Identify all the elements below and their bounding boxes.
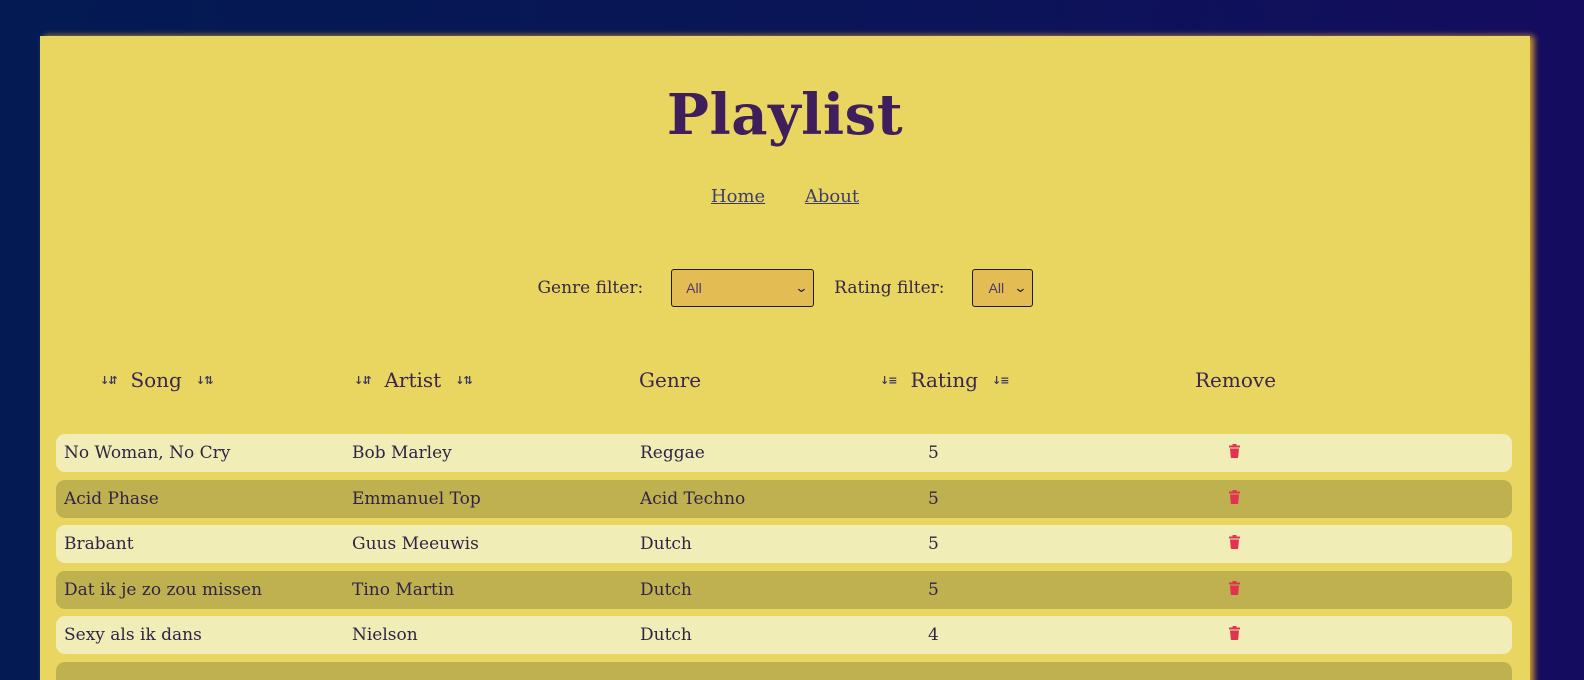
trash-icon[interactable]	[1229, 580, 1240, 595]
nav-home-link[interactable]: Home	[711, 186, 765, 207]
cell-artist: Emmanuel Top	[352, 488, 481, 509]
table-row: Sexy als ik dans Nielson Dutch 4	[56, 616, 1512, 654]
column-label-genre: Genre	[639, 368, 702, 392]
table-row	[56, 661, 1512, 680]
trash-icon[interactable]	[1229, 489, 1240, 504]
column-header-remove: Remove	[1195, 368, 1276, 392]
sort-descending-icon[interactable]: ↓⇅	[455, 374, 472, 387]
table-row: Brabant Guus Meeuwis Dutch 5	[56, 525, 1512, 563]
rating-filter-label: Rating filter:	[834, 278, 945, 298]
column-label-remove: Remove	[1195, 368, 1277, 392]
cell-genre: Dutch	[640, 534, 692, 554]
genre-filter-select[interactable]: All ⌄	[671, 269, 815, 307]
cell-artist: Bob Marley	[352, 443, 452, 463]
cell-artist: Nielson	[352, 625, 418, 645]
cell-song: Dat ik je zo zou missen	[64, 579, 263, 600]
cell-rating: 5	[928, 534, 939, 554]
column-header-song: ↓⇵ Song ↓⇅	[100, 368, 213, 392]
trash-icon[interactable]	[1229, 444, 1240, 458]
sort-ascending-icon[interactable]: ↓≡	[880, 374, 897, 387]
sort-ascending-icon[interactable]: ↓⇵	[354, 374, 371, 387]
table-body: No Woman, No Cry Bob Marley Reggae 5 Aci…	[56, 434, 1512, 680]
cell-rating: 5	[928, 579, 939, 600]
chevron-down-icon: ⌄	[794, 280, 809, 295]
table-row: Dat ik je zo zou missen Tino Martin Dutc…	[56, 570, 1512, 609]
table-row: No Woman, No Cry Bob Marley Reggae 5	[56, 434, 1512, 472]
cell-artist: Guus Meeuwis	[352, 534, 479, 554]
cell-song: Sexy als ik dans	[64, 625, 202, 645]
column-label-artist: Artist	[384, 368, 442, 392]
table-row: Acid Phase Emmanuel Top Acid Techno 5	[56, 479, 1512, 518]
cell-song: No Woman, No Cry	[64, 443, 231, 463]
trash-icon[interactable]	[1229, 626, 1240, 640]
cell-rating: 5	[928, 488, 939, 509]
genre-filter-label: Genre filter:	[537, 278, 644, 298]
sort-ascending-icon[interactable]: ↓⇵	[100, 374, 117, 387]
cell-genre: Acid Techno	[640, 488, 746, 509]
cell-song: Brabant	[64, 534, 134, 554]
sort-descending-icon[interactable]: ↓≡	[992, 374, 1009, 387]
cell-rating: 5	[928, 443, 939, 463]
cell-song: Acid Phase	[64, 488, 159, 509]
main-nav: Home About	[40, 186, 1530, 207]
column-header-artist: ↓⇵ Artist ↓⇅	[354, 368, 473, 392]
cell-artist: Tino Martin	[352, 579, 455, 600]
rating-filter-select[interactable]: All ⌄	[971, 269, 1033, 307]
column-header-genre: Genre	[639, 368, 701, 392]
cell-genre: Dutch	[640, 625, 692, 645]
cell-genre: Dutch	[640, 579, 692, 600]
page-title: Playlist	[666, 82, 904, 148]
column-label-song: Song	[130, 368, 182, 392]
genre-filter-value: All	[686, 280, 702, 296]
sort-descending-icon[interactable]: ↓⇅	[196, 374, 213, 387]
column-header-rating: ↓≡ Rating ↓≡	[880, 368, 1009, 392]
nav-about-link[interactable]: About	[805, 186, 859, 207]
table-header: ↓⇵ Song ↓⇅ ↓⇵ Artist ↓⇅ Genre ↓≡ Rating …	[56, 362, 1512, 398]
playlist-card: Playlist Home About Genre filter: All ⌄ …	[40, 36, 1530, 680]
chevron-down-icon: ⌄	[1012, 280, 1028, 295]
filters-bar: Genre filter: All ⌄ Rating filter: All ⌄	[40, 269, 1530, 307]
column-label-rating: Rating	[910, 368, 978, 392]
rating-filter-value: All	[988, 280, 1005, 296]
cell-genre: Reggae	[640, 443, 705, 463]
trash-icon[interactable]	[1229, 535, 1240, 549]
cell-rating: 4	[928, 625, 939, 645]
